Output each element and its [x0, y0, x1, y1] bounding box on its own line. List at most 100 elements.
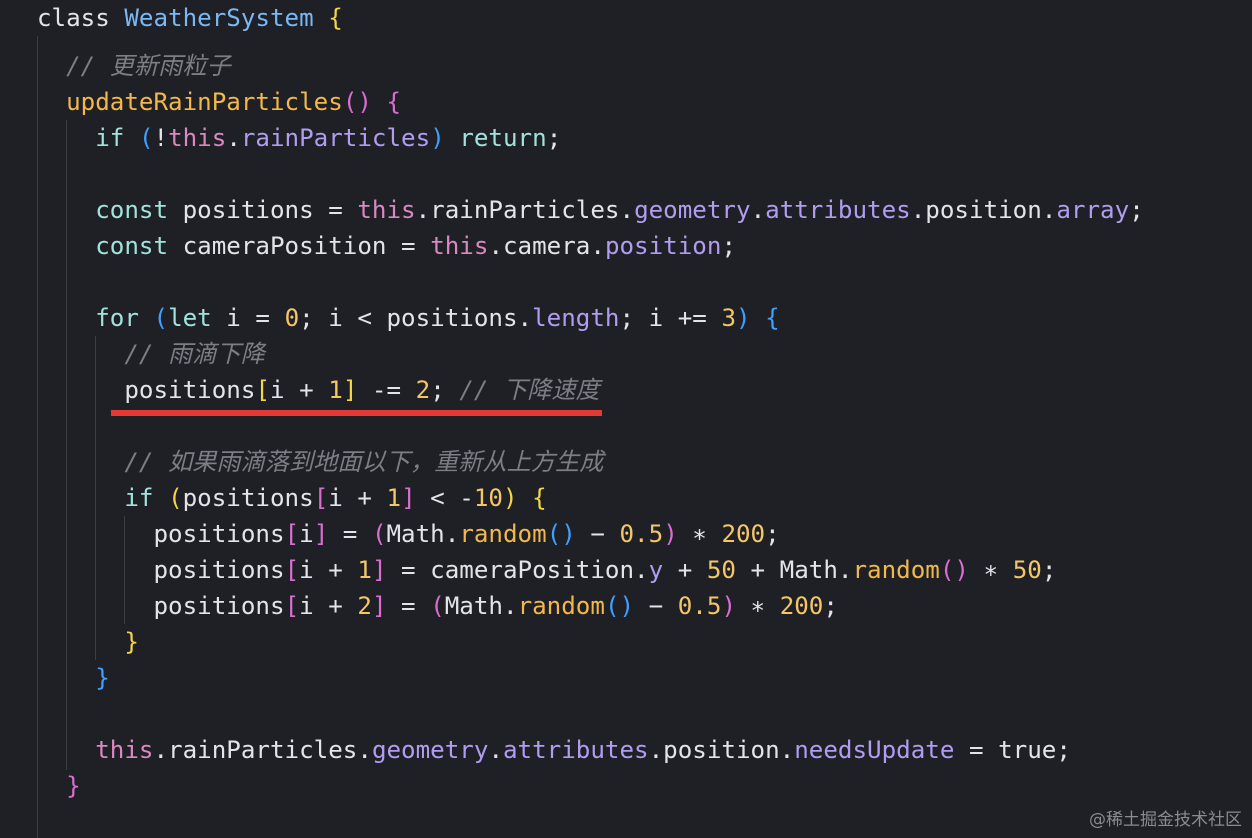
code-token: Math. — [386, 520, 460, 548]
code-token: Math. — [444, 592, 518, 620]
code-token: { — [765, 304, 780, 332]
code-token: this — [168, 124, 227, 152]
code-token: geometry — [371, 736, 489, 764]
code-token: let — [168, 304, 212, 332]
code-line[interactable]: const cameraPosition = this.camera.posit… — [37, 228, 736, 264]
code-token: ; — [1041, 556, 1057, 584]
code-token: } — [124, 628, 139, 656]
code-token: this — [357, 196, 416, 224]
code-token: ; i += — [619, 304, 722, 332]
code-token: ) — [430, 124, 445, 152]
code-token: { — [328, 4, 343, 32]
code-token: // 雨滴下降 — [37, 340, 265, 368]
code-token: .camera. — [488, 232, 605, 260]
code-token: () — [546, 520, 576, 548]
code-token: ! — [153, 124, 169, 152]
code-token: .rainParticles. — [415, 196, 635, 224]
code-token: () — [939, 556, 969, 584]
code-line[interactable]: positions[i + 1] = cameraPosition.y + 50… — [37, 552, 1056, 588]
indent-guide — [37, 36, 38, 838]
code-line[interactable]: // 雨滴下降 — [37, 336, 265, 372]
code-token: positions — [37, 520, 285, 548]
code-token: i + — [270, 376, 329, 404]
code-token: i + — [299, 556, 358, 584]
code-token: WeatherSystem — [124, 4, 314, 32]
code-token: ( — [138, 124, 154, 152]
code-token: + Math. — [736, 556, 853, 584]
code-token: .position. — [910, 196, 1057, 224]
code-token: ; — [721, 232, 736, 260]
code-line[interactable]: // 如果雨滴落到地面以下，重新从上方生成 — [37, 444, 603, 480]
code-token: = — [386, 592, 431, 620]
code-line[interactable]: class WeatherSystem { — [37, 0, 343, 36]
code-token: i = — [211, 304, 285, 332]
code-token: positions = — [168, 196, 358, 224]
code-token: position — [604, 232, 722, 260]
code-token: ; — [430, 376, 460, 404]
code-token: ; — [765, 520, 780, 548]
code-line[interactable]: positions[i] = (Math.random() − 0.5) ∗ 2… — [37, 516, 780, 552]
code-token: } — [95, 664, 110, 692]
code-token: // 下降速度 — [459, 376, 600, 404]
code-line[interactable]: } — [37, 660, 110, 696]
code-token: ; — [546, 124, 562, 152]
code-token: 50 — [706, 556, 736, 584]
code-token: − — [575, 520, 620, 548]
code-token: ∗ — [969, 556, 1013, 584]
code-token: array — [1056, 196, 1130, 224]
code-token: { — [532, 484, 547, 512]
code-line[interactable]: positions[i + 2] = (Math.random() − 0.5)… — [37, 588, 837, 624]
code-line[interactable]: for (let i = 0; i < positions.length; i … — [37, 300, 780, 336]
code-token: ∗ — [736, 592, 780, 620]
code-token: length — [532, 304, 620, 332]
code-token: < - — [415, 484, 474, 512]
code-token: ∗ — [677, 520, 722, 548]
code-token: needsUpdate — [794, 736, 955, 764]
code-token: attributes — [503, 736, 649, 764]
code-token: this — [95, 736, 154, 764]
code-line[interactable]: this.rainParticles.geometry.attributes.p… — [37, 732, 1071, 768]
code-line[interactable]: } — [37, 624, 139, 660]
code-token: 1 — [328, 376, 343, 404]
code-token: .rainParticles. — [153, 736, 372, 764]
code-line[interactable]: updateRainParticles() { — [37, 84, 401, 120]
code-token: if — [124, 484, 154, 512]
code-token: i + — [328, 484, 387, 512]
code-token: 0 — [284, 304, 300, 332]
code-token: ] — [371, 592, 387, 620]
code-line[interactable]: // 更新雨粒子 — [37, 48, 231, 84]
code-line[interactable]: positions[i + 1] -= 2; // 下降速度 — [37, 372, 600, 408]
code-token: = true; — [954, 736, 1071, 764]
code-token: ) — [721, 592, 736, 620]
code-editor[interactable]: class WeatherSystem { // 更新雨粒子 updateRai… — [0, 0, 1252, 838]
code-line[interactable]: if (positions[i + 1] < -10) { — [37, 480, 547, 516]
code-token: positions — [37, 376, 256, 404]
code-token: = — [328, 520, 372, 548]
code-token: -= — [357, 376, 416, 404]
code-token: [ — [284, 592, 300, 620]
code-line[interactable]: if (!this.rainParticles) return; — [37, 120, 561, 156]
code-token: 0.5 — [677, 592, 722, 620]
code-token: ( — [153, 304, 169, 332]
code-token: 200 — [721, 520, 766, 548]
code-token: return — [459, 124, 547, 152]
code-line[interactable]: const positions = this.rainParticles.geo… — [37, 192, 1144, 228]
code-token: this — [430, 232, 489, 260]
code-line[interactable]: } — [37, 768, 81, 804]
code-token: ; — [1129, 196, 1144, 224]
code-token: random — [517, 592, 605, 620]
